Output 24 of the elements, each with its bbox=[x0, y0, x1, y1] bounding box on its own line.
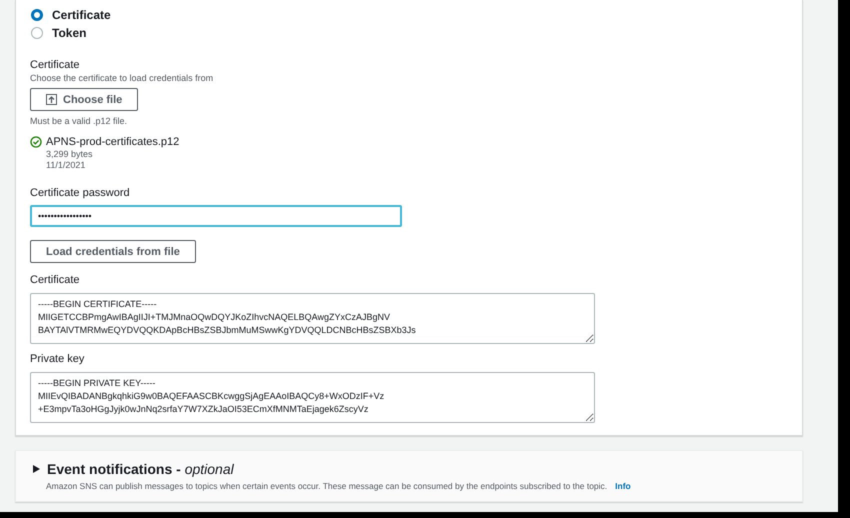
file-name: APNS-prod-certificates.p12 bbox=[46, 136, 180, 149]
radio-button[interactable] bbox=[31, 27, 43, 39]
expand-caret-icon[interactable] bbox=[33, 465, 40, 473]
field-label: Private key bbox=[30, 352, 86, 366]
password-field[interactable]: ••••••••••••••••• bbox=[30, 205, 402, 227]
text-area[interactable]: -----BEGIN PRIVATE KEY----- MIIEvQIBADANBgkqhkiG9w0BAQEFAASCBKcwggSjAgEAAoIBAQCy8+WxODzIF+Vz +E3mpvTa3oHGgJyjk0wJnNq2srfaY7W7XZkJaOI53ECmXfMNMTaEjagek6ZscyVz bbox=[30, 372, 595, 423]
success-check-icon bbox=[30, 136, 42, 148]
upload-icon bbox=[46, 94, 57, 105]
radio-label: Certificate bbox=[52, 8, 111, 22]
radio-button[interactable] bbox=[31, 9, 43, 21]
section-title: Event notifications - optional bbox=[47, 461, 234, 477]
section-description: Amazon SNS can publish messages to topics when certain events occur. These message can be consumed by the endpoints subscribed to the topic. Info bbox=[46, 481, 632, 491]
radio-label: Token bbox=[52, 26, 86, 40]
field-label: Certificate password bbox=[30, 186, 131, 200]
load-credentials-button[interactable]: Load credentials from file bbox=[30, 240, 196, 263]
field-description: Choose the certificate to load credentials from bbox=[30, 72, 214, 84]
field-label: Certificate bbox=[30, 58, 81, 72]
file-date: 11/1/2021 bbox=[46, 160, 86, 171]
constraint-text: Must be a valid .p12 file. bbox=[30, 115, 128, 127]
info-link[interactable]: Info bbox=[615, 481, 631, 491]
file-size: 3,299 bytes bbox=[46, 149, 94, 160]
field-label: Certificate bbox=[30, 273, 81, 287]
choose-file-button[interactable]: Choose file bbox=[30, 88, 138, 111]
text-area[interactable]: -----BEGIN CERTIFICATE----- MIIGETCCBPmgAwIBAgIIJI+TMJMnaOQwDQYJKoZIhvcNAQELBQAwgZYxCzAJBgNV BAYTAlVTMRMwEQYDVQQKDApBcHBsZSBJbmMuMSwwKgYDVQQLDCNBcHBsZSBXb3Js bbox=[30, 293, 595, 344]
